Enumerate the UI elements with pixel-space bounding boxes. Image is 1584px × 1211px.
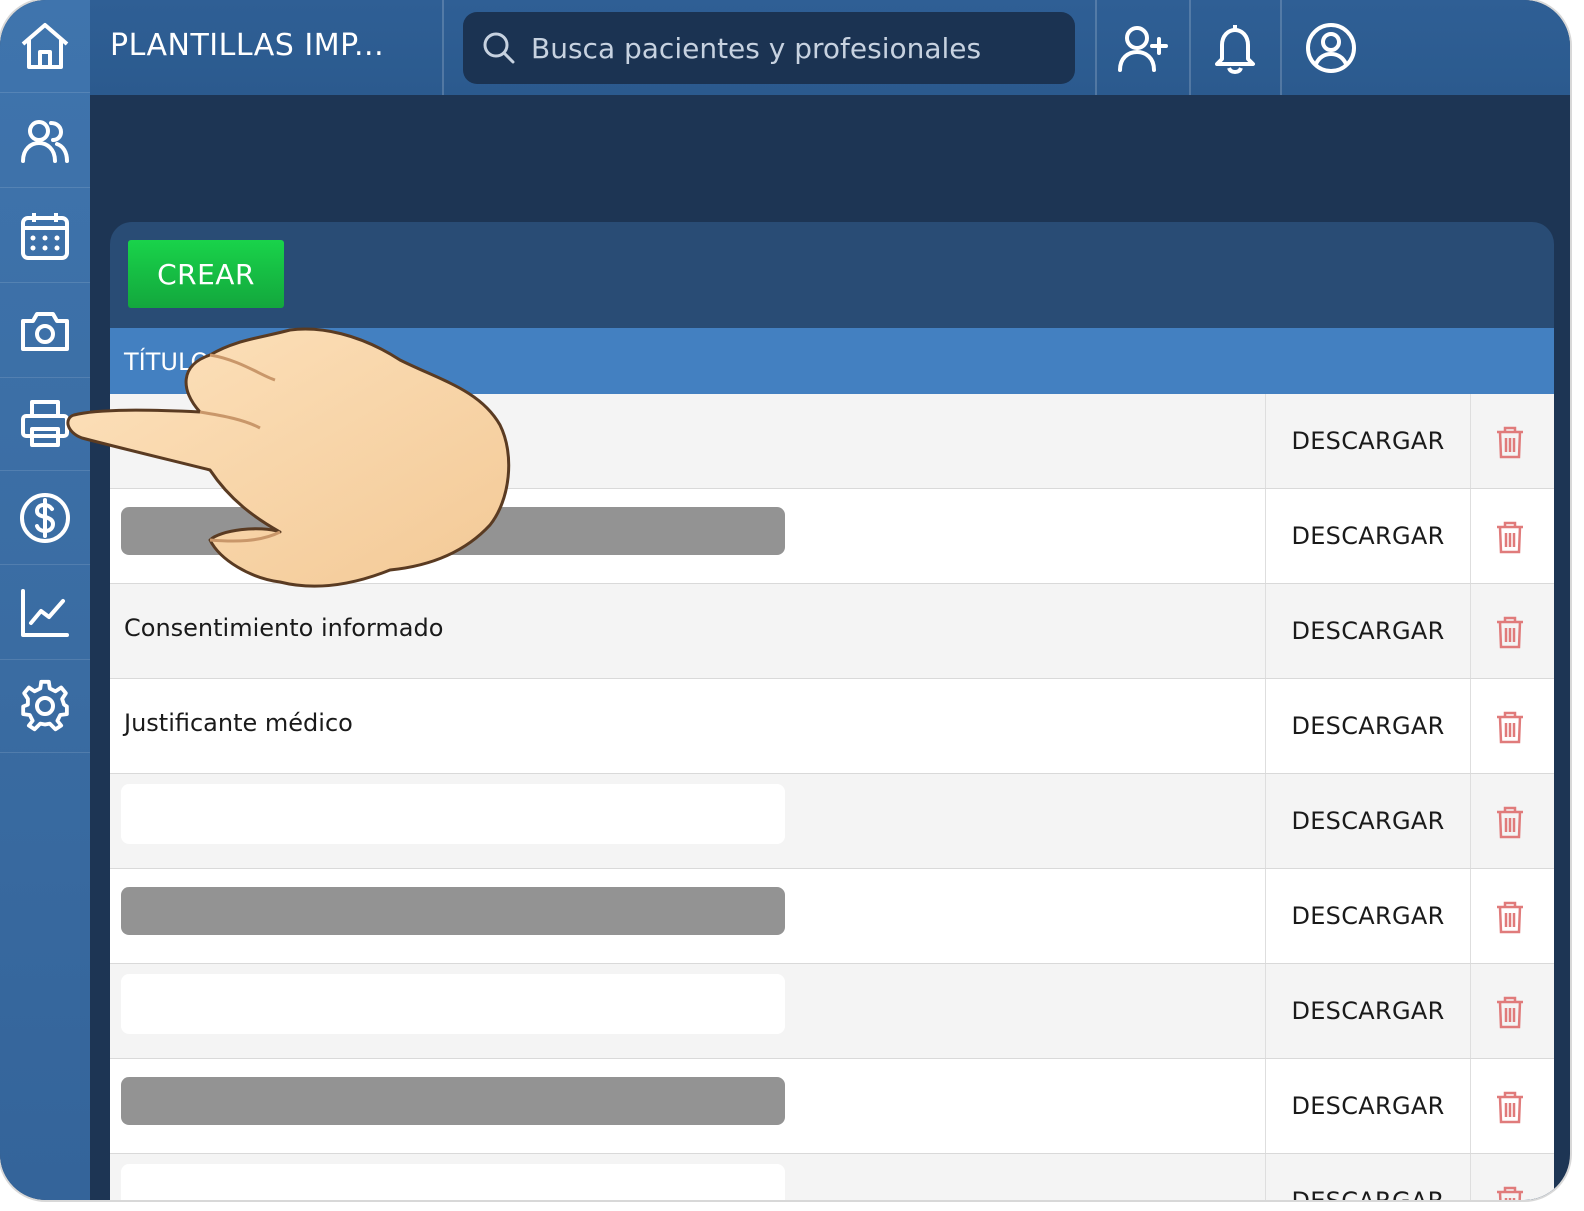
top-bar: PLANTILLAS IMP...: [90, 0, 1570, 95]
trash-icon[interactable]: [1490, 992, 1530, 1032]
trash-icon[interactable]: [1490, 1087, 1530, 1127]
add-user-button[interactable]: [1112, 18, 1172, 78]
sidebar: [0, 0, 90, 1200]
app-window: PLANTILLAS IMP... CREAR: [0, 0, 1570, 1200]
trash-icon[interactable]: [1490, 1182, 1530, 1200]
trash-icon[interactable]: [1490, 517, 1530, 557]
trash-icon[interactable]: [1490, 612, 1530, 652]
profile-button[interactable]: [1301, 18, 1361, 78]
trash-icon[interactable]: [1490, 422, 1530, 462]
notifications-button[interactable]: [1205, 18, 1265, 78]
table-row[interactable]: Justificante médico DESCARGAR: [110, 679, 1554, 774]
user-plus-icon: [1118, 26, 1168, 72]
page-title: PLANTILLAS IMP...: [110, 28, 385, 63]
trash-icon[interactable]: [1490, 897, 1530, 937]
trash-icon[interactable]: [1490, 802, 1530, 842]
download-button[interactable]: DESCARGAR: [1265, 1154, 1471, 1200]
table-row[interactable]: DESCARGAR: [110, 774, 1554, 869]
sidebar-item-settings[interactable]: [0, 660, 90, 753]
trash-icon[interactable]: [1490, 707, 1530, 747]
table-row[interactable]: DESCARGAR: [110, 869, 1554, 964]
template-title: Justificante médico: [124, 709, 353, 737]
search-input[interactable]: [529, 30, 1073, 66]
redacted-title: [121, 1077, 785, 1125]
home-icon: [21, 23, 69, 69]
gear-icon: [21, 679, 69, 732]
download-button[interactable]: DESCARGAR: [1265, 489, 1471, 583]
download-button[interactable]: DESCARGAR: [1265, 679, 1471, 773]
redacted-title: [121, 784, 785, 844]
search-icon: [483, 32, 515, 64]
sidebar-item-home[interactable]: [0, 0, 90, 93]
create-button[interactable]: CREAR: [128, 240, 284, 308]
download-button[interactable]: DESCARGAR: [1265, 964, 1471, 1058]
download-button[interactable]: DESCARGAR: [1265, 394, 1471, 488]
template-title: Consentimiento informado: [124, 614, 444, 642]
sidebar-item-calendar[interactable]: [0, 190, 90, 283]
redacted-title: [121, 1164, 785, 1200]
download-button[interactable]: DESCARGAR: [1265, 584, 1471, 678]
redacted-title: [121, 974, 785, 1034]
divider: [442, 0, 444, 95]
divider: [1189, 0, 1191, 95]
sidebar-item-patients[interactable]: [0, 95, 90, 188]
download-button[interactable]: DESCARGAR: [1265, 774, 1471, 868]
user-circle-icon: [1306, 23, 1356, 73]
table-row[interactable]: DESCARGAR: [110, 964, 1554, 1059]
table-row[interactable]: DESCARGAR: [110, 1059, 1554, 1154]
redacted-title: [121, 887, 785, 935]
table-row[interactable]: DESCARGAR: [110, 1154, 1554, 1200]
bell-icon: [1215, 25, 1255, 74]
divider: [1280, 0, 1282, 95]
calendar-icon: [21, 213, 69, 260]
divider: [1095, 0, 1097, 95]
download-button[interactable]: DESCARGAR: [1265, 869, 1471, 963]
pointing-hand-icon: [66, 327, 511, 588]
search-bar[interactable]: [463, 12, 1075, 84]
patients-icon: [21, 120, 69, 163]
download-button[interactable]: DESCARGAR: [1265, 1059, 1471, 1153]
